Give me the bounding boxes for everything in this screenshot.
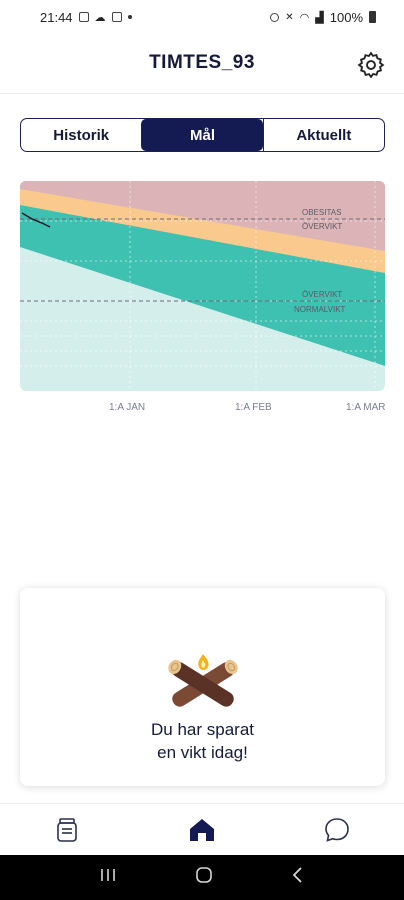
signal-icon: ▟	[315, 11, 324, 24]
bottom-nav	[0, 803, 404, 855]
zone-label-overvikt-upper: ÖVERVIKT	[302, 222, 342, 231]
campfire-logs-icon	[158, 650, 248, 710]
status-right: ✕ ◠ ▟ 100%	[270, 10, 376, 25]
image-notification-icon	[78, 12, 89, 22]
recents-button[interactable]	[99, 867, 117, 888]
system-home-button[interactable]	[195, 866, 213, 889]
system-nav-bar	[0, 855, 404, 900]
tab-aktuellt[interactable]: Aktuellt	[262, 119, 384, 151]
chart-svg: OBESITAS ÖVERVIKT ÖVERVIKT NORMALVIKT	[20, 181, 385, 391]
mute-icon: ✕	[285, 11, 294, 23]
x-axis-labels: 1:A JAN 1:A FEB 1:A MAR	[0, 402, 404, 418]
status-time: 21:44	[40, 9, 73, 25]
saved-message-line1: Du har sparat	[151, 720, 254, 739]
status-left: 21:44 ☁	[40, 10, 132, 25]
x-tick-label: 1:A JAN	[109, 402, 146, 413]
app-notification-icon	[111, 12, 122, 22]
status-bar: 21:44 ☁ ✕ ◠ ▟ 100%	[0, 0, 404, 34]
tab-historik[interactable]: Historik	[21, 119, 141, 151]
battery-text: 100%	[329, 9, 363, 25]
battery-icon	[369, 11, 376, 23]
back-button[interactable]	[291, 866, 305, 889]
nav-chat-button[interactable]	[269, 804, 404, 855]
back-icon	[292, 867, 302, 883]
nav-home-button[interactable]	[135, 804, 270, 855]
zone-label-overvikt-lower: ÖVERVIKT	[302, 290, 342, 299]
app-header: TIMTES_93	[0, 34, 404, 94]
chat-bubble-icon	[324, 817, 349, 842]
x-tick-label: 1:A FEB	[235, 402, 272, 413]
zone-label-normalvikt: NORMALVIKT	[294, 305, 346, 314]
home-icon	[190, 818, 214, 841]
home-circle-icon	[196, 867, 212, 883]
cloud-icon: ☁	[94, 11, 106, 24]
more-notifications-icon	[127, 15, 132, 19]
weight-goal-chart[interactable]: OBESITAS ÖVERVIKT ÖVERVIKT NORMALVIKT	[20, 181, 385, 391]
jar-icon	[57, 817, 78, 842]
saved-weight-card: Du har sparat en vikt idag!	[20, 588, 385, 786]
settings-button[interactable]	[356, 50, 386, 80]
wifi-icon: ◠	[299, 11, 310, 24]
page-title: TIMTES_93	[149, 52, 255, 73]
recents-icon	[101, 869, 115, 881]
zone-label-obesitas: OBESITAS	[302, 208, 341, 217]
alarm-icon	[270, 12, 280, 22]
gear-icon	[357, 51, 385, 79]
x-tick-label: 1:A MAR	[346, 402, 386, 413]
tab-mal[interactable]: Mål	[141, 119, 263, 151]
nav-jar-button[interactable]	[0, 804, 135, 855]
tab-bar: Historik Mål Aktuellt	[20, 118, 385, 152]
saved-message: Du har sparat en vikt idag!	[20, 718, 385, 764]
saved-message-line2: en vikt idag!	[157, 743, 248, 762]
